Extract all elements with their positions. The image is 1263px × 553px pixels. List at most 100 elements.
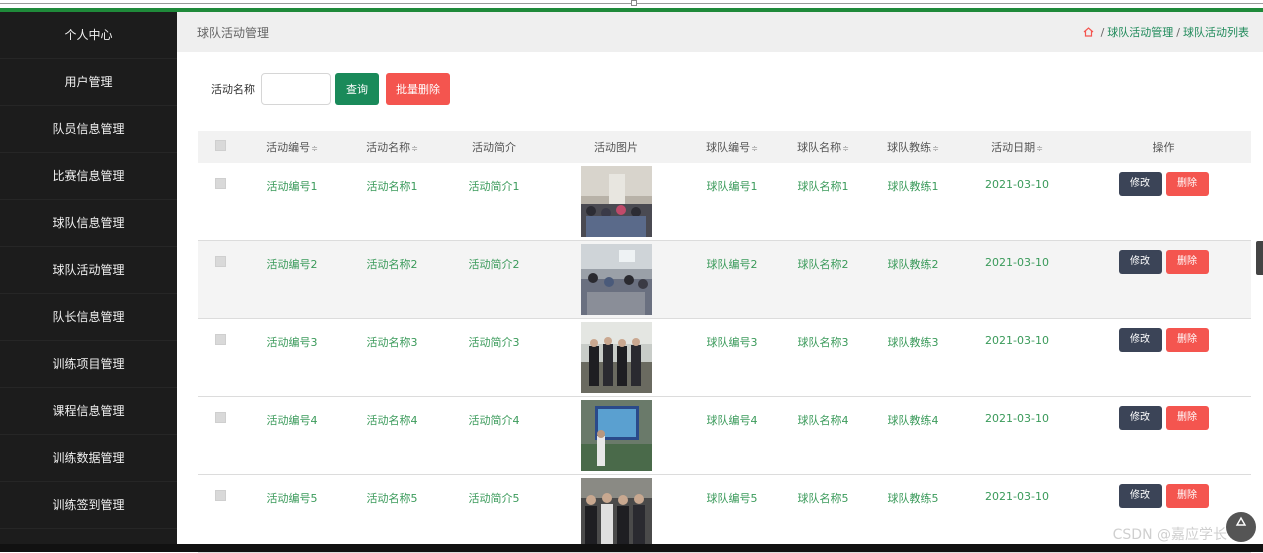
cell-team-name: 球队名称1 [797,180,849,193]
sidebar-item-training-projects[interactable]: 训练项目管理 [0,341,177,388]
sidebar-item-users[interactable]: 用户管理 [0,59,177,106]
edit-button[interactable]: 修改 [1118,172,1162,196]
row-checkbox[interactable] [214,490,226,501]
row-checkbox[interactable] [214,178,226,189]
edit-button[interactable]: 修改 [1118,250,1162,274]
cell-activity-id: 活动编号4 [266,414,318,427]
cell-date: 2021-03-10 [985,256,1049,269]
floating-action-icon[interactable] [1226,512,1256,542]
row-checkbox[interactable] [214,334,226,345]
watermark: CSDN @嘉应学长 [1112,527,1227,543]
activity-table: 活动编号≑ 活动名称≑ 活动简介 活动图片 球队编号≑ 球队名称≑ 球队教练≑ … [198,131,1251,553]
activity-name-input[interactable] [261,73,331,105]
column-header-team-name[interactable]: 球队名称≑ [778,139,868,155]
row-checkbox[interactable] [214,256,226,267]
activity-photo[interactable] [580,322,652,393]
sort-icon: ≑ [751,144,758,153]
select-all-checkbox[interactable] [214,140,226,151]
delete-button[interactable]: 删除 [1165,250,1209,274]
activity-photo[interactable] [580,244,652,315]
column-header-intro: 活动简介 [472,141,516,154]
table-row: 活动编号1 活动名称1 活动简介1 球队编号1 球队名称1 球队教练1 2021… [198,163,1251,241]
column-header-team-id[interactable]: 球队编号≑ [686,139,778,155]
column-header-date[interactable]: 活动日期≑ [958,139,1076,155]
side-scroll-tab[interactable] [1256,241,1263,275]
breadcrumb-item-activities[interactable]: 球队活动管理 [1107,26,1173,39]
edit-button[interactable]: 修改 [1118,406,1162,430]
breadcrumb-separator: / [1100,26,1105,39]
main-content: 球队活动管理 / 球队活动管理 / 球队活动列表 活动名称 查询 批量删除 活动编号≑… [177,12,1263,553]
cell-intro: 活动简介1 [468,180,520,193]
table-header: 活动编号≑ 活动名称≑ 活动简介 活动图片 球队编号≑ 球队名称≑ 球队教练≑ … [198,131,1251,163]
cell-activity-name: 活动名称4 [366,414,418,427]
delete-button[interactable]: 删除 [1165,484,1209,508]
delete-button[interactable]: 删除 [1165,328,1209,352]
cell-date: 2021-03-10 [985,334,1049,347]
cell-activity-name: 活动名称5 [366,492,418,505]
cell-activity-name: 活动名称2 [366,258,418,271]
sort-icon: ≑ [842,144,849,153]
cell-team-id: 球队编号2 [706,258,758,271]
sidebar-item-training-data[interactable]: 训练数据管理 [0,435,177,482]
browser-top-strip [0,0,1263,12]
breadcrumb-item-list[interactable]: 球队活动列表 [1183,26,1249,39]
cell-intro: 活动简介5 [468,492,520,505]
cell-intro: 活动简介2 [468,258,520,271]
activity-photo[interactable] [580,400,652,471]
home-icon[interactable] [1083,27,1094,37]
table-row: 活动编号5 活动名称5 活动简介5 球队编号5 球队名称5 球队教练5 2021… [198,475,1251,553]
cell-team-name: 球队名称3 [797,336,849,349]
delete-button[interactable]: 删除 [1165,172,1209,196]
delete-button[interactable]: 删除 [1165,406,1209,430]
table-row: 活动编号2 活动名称2 活动简介2 球队编号2 球队名称2 球队教练2 2021… [198,241,1251,319]
sidebar-item-courses[interactable]: 课程信息管理 [0,388,177,435]
table-row: 活动编号4 活动名称4 活动简介4 球队编号4 球队名称4 球队教练4 2021… [198,397,1251,475]
activity-photo[interactable] [580,478,652,549]
column-header-activity-id[interactable]: 活动编号≑ [242,139,342,155]
query-button[interactable]: 查询 [335,73,379,105]
cell-coach: 球队教练4 [887,414,939,427]
sort-icon: ≑ [1036,144,1043,153]
page-title: 球队活动管理 [197,26,270,40]
table-row: 活动编号3 活动名称3 活动简介3 球队编号3 球队名称3 球队教练3 2021… [198,319,1251,397]
cell-activity-name: 活动名称1 [366,180,418,193]
cell-activity-id: 活动编号1 [266,180,318,193]
sidebar: 个人中心 用户管理 队员信息管理 比赛信息管理 球队信息管理 球队活动管理 队长… [0,12,177,552]
edit-button[interactable]: 修改 [1118,328,1162,352]
cell-coach: 球队教练2 [887,258,939,271]
breadcrumb-separator: / [1176,26,1180,39]
sidebar-item-teams[interactable]: 球队信息管理 [0,200,177,247]
sort-icon: ≑ [411,144,418,153]
cell-activity-id: 活动编号3 [266,336,318,349]
cell-coach: 球队教练5 [887,492,939,505]
bottom-bar [0,544,1263,552]
edit-button[interactable]: 修改 [1118,484,1162,508]
column-header-coach[interactable]: 球队教练≑ [868,139,958,155]
cell-date: 2021-03-10 [985,178,1049,191]
row-checkbox[interactable] [214,412,226,423]
search-bar: 活动名称 查询 批量删除 [211,73,450,105]
page-header: 球队活动管理 / 球队活动管理 / 球队活动列表 [177,12,1263,52]
cell-activity-name: 活动名称3 [366,336,418,349]
breadcrumb: / 球队活动管理 / 球队活动列表 [1083,24,1249,40]
sidebar-item-captains[interactable]: 队长信息管理 [0,294,177,341]
cell-team-name: 球队名称2 [797,258,849,271]
sidebar-item-matches[interactable]: 比赛信息管理 [0,153,177,200]
cell-coach: 球队教练1 [887,180,939,193]
sort-icon: ≑ [932,144,939,153]
cell-coach: 球队教练3 [887,336,939,349]
sidebar-item-team-activities[interactable]: 球队活动管理 [0,247,177,294]
column-header-activity-name[interactable]: 活动名称≑ [342,139,442,155]
cell-team-name: 球队名称4 [797,414,849,427]
search-label: 活动名称 [211,83,255,96]
column-header-image: 活动图片 [594,141,638,154]
activity-photo[interactable] [580,166,652,237]
sidebar-item-personal-center[interactable]: 个人中心 [0,12,177,59]
batch-delete-button[interactable]: 批量删除 [386,73,450,105]
sidebar-item-training-checkin[interactable]: 训练签到管理 [0,482,177,529]
cell-intro: 活动简介3 [468,336,520,349]
cell-date: 2021-03-10 [985,490,1049,503]
resize-handle[interactable] [631,0,637,6]
sidebar-item-members[interactable]: 队员信息管理 [0,106,177,153]
cell-intro: 活动简介4 [468,414,520,427]
